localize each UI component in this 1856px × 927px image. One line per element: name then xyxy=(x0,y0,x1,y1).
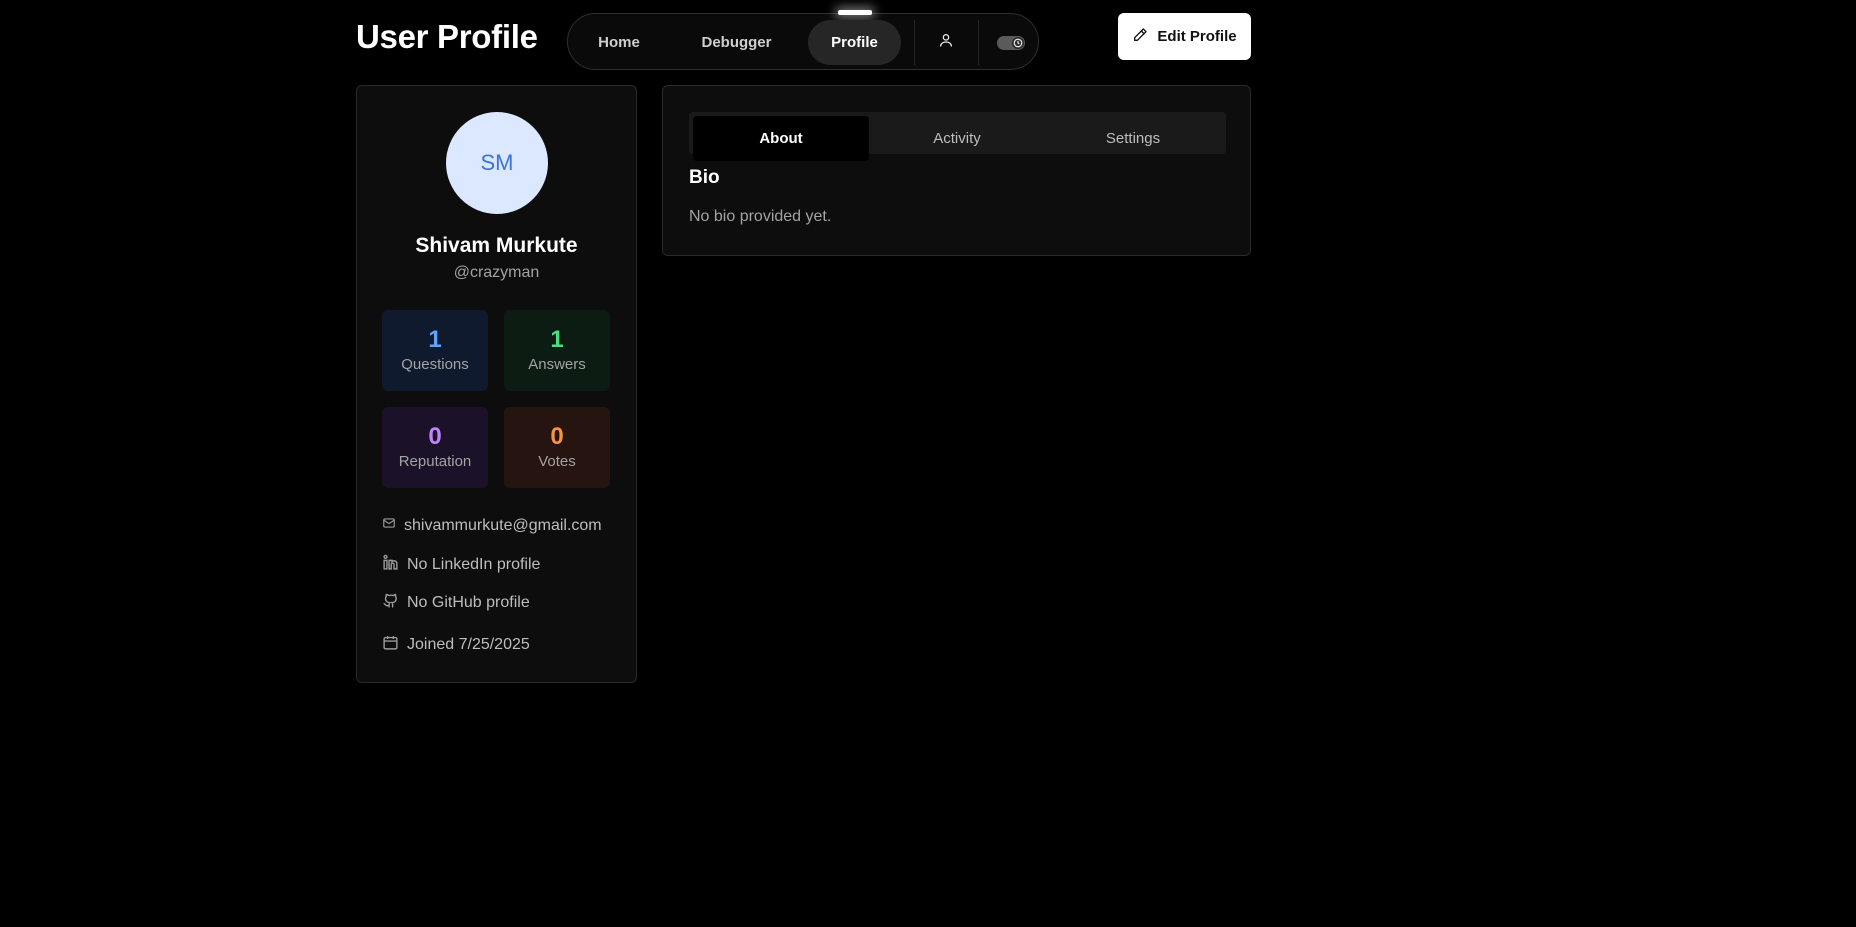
user-icon xyxy=(938,32,954,53)
linkedin-row: No LinkedIn profile xyxy=(382,554,540,576)
stat-label: Questions xyxy=(401,356,469,373)
linkedin-icon xyxy=(382,554,399,576)
github-row: No GitHub profile xyxy=(382,592,530,614)
top-nav: Home Debugger Profile xyxy=(567,10,1039,70)
active-nav-indicator xyxy=(838,10,872,15)
stat-value: 0 xyxy=(428,423,442,450)
profile-details-card: About Activity Settings Bio No bio provi… xyxy=(662,85,1251,256)
profile-tabs: About Activity Settings xyxy=(689,112,1226,161)
user-handle: @crazyman xyxy=(453,264,540,281)
joined-row: Joined 7/25/2025 xyxy=(382,634,530,656)
bio-heading: Bio xyxy=(689,167,720,188)
calendar-icon xyxy=(382,634,399,656)
profile-card: SM Shivam Murkute @crazyman 1 Questions … xyxy=(356,85,637,683)
stat-answers: 1 Answers xyxy=(504,310,610,391)
stat-value: 1 xyxy=(428,326,442,353)
user-menu-button[interactable] xyxy=(925,28,967,57)
nav-divider xyxy=(914,20,915,65)
stat-label: Answers xyxy=(528,356,586,373)
edit-profile-button[interactable]: Edit Profile xyxy=(1118,13,1251,60)
linkedin-text: No LinkedIn profile xyxy=(407,556,541,573)
github-text: No GitHub profile xyxy=(407,594,530,611)
tab-about[interactable]: About xyxy=(693,116,869,161)
stat-label: Reputation xyxy=(398,453,472,470)
nav-divider xyxy=(978,20,979,65)
theme-toggle[interactable] xyxy=(990,28,1032,57)
page-title: User Profile xyxy=(356,18,538,55)
bio-text: No bio provided yet. xyxy=(689,208,832,225)
mail-icon xyxy=(382,516,396,535)
tab-activity[interactable]: Activity xyxy=(869,116,1045,161)
email-text: shivammurkute@gmail.com xyxy=(404,516,602,534)
tab-settings[interactable]: Settings xyxy=(1045,116,1221,161)
stat-value: 0 xyxy=(550,423,564,450)
pencil-icon xyxy=(1132,27,1148,47)
stat-label: Votes xyxy=(538,453,576,470)
nav-item-home[interactable]: Home xyxy=(582,20,656,65)
user-name: Shivam Murkute xyxy=(415,234,578,257)
edit-profile-label: Edit Profile xyxy=(1157,28,1237,45)
stat-questions: 1 Questions xyxy=(382,310,488,391)
theme-toggle-icon xyxy=(997,35,1025,50)
github-icon xyxy=(382,592,399,614)
email-row: shivammurkute@gmail.com xyxy=(382,516,602,535)
stat-reputation: 0 Reputation xyxy=(382,407,488,488)
stat-votes: 0 Votes xyxy=(504,407,610,488)
stat-value: 1 xyxy=(550,326,564,353)
avatar: SM xyxy=(446,112,548,214)
joined-text: Joined 7/25/2025 xyxy=(407,636,530,653)
nav-item-profile[interactable]: Profile xyxy=(808,20,901,65)
nav-item-debugger[interactable]: Debugger xyxy=(687,20,786,65)
